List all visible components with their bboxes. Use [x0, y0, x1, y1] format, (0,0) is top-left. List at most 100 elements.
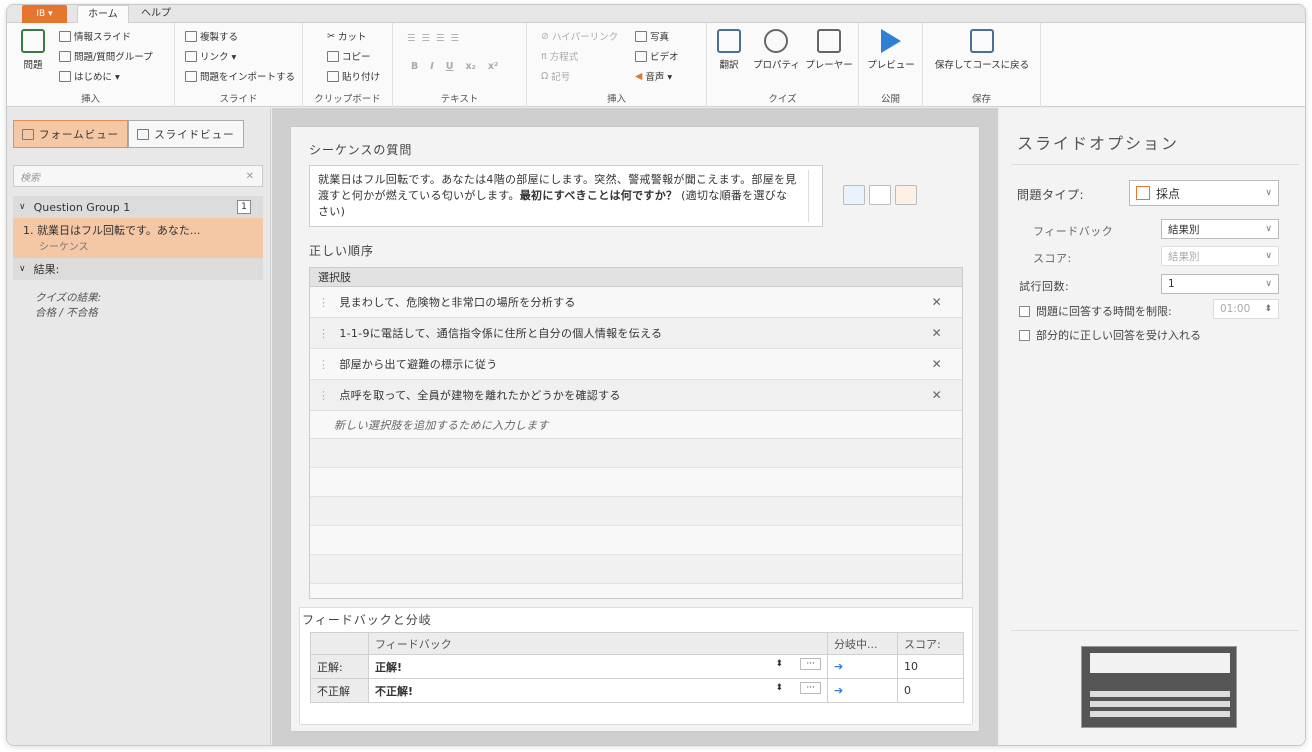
- intro-button[interactable]: はじめに ▾: [59, 69, 120, 83]
- link-button[interactable]: リンク ▾: [185, 49, 236, 63]
- omega-icon: Ω: [541, 70, 549, 82]
- properties-button[interactable]: プロパティ: [753, 29, 800, 71]
- symbol-button[interactable]: Ω 記号: [541, 69, 570, 84]
- tree-results[interactable]: ∨ 結果:: [13, 258, 263, 280]
- view-switcher: フォームビュー スライドビュー: [13, 120, 244, 148]
- question-icon: [21, 29, 45, 53]
- drag-handle-icon[interactable]: ⋮: [318, 358, 329, 371]
- chevron-down-icon: ∨: [1265, 188, 1272, 198]
- drag-handle-icon[interactable]: ⋮: [318, 327, 329, 340]
- question-text-field[interactable]: 就業日はフル回転です。あなたは4階の部屋にします。突然、警戒警報が聞こえます。部…: [309, 165, 823, 227]
- gear-icon: [764, 29, 788, 53]
- format-buttons[interactable]: B I Ux₂ x²: [411, 61, 498, 72]
- slide-tree: ∨ Question Group 11 1. 就業日はフル回転です。あなた... シ…: [13, 196, 263, 330]
- feedback-table: フィードバック 分岐中... スコア: 正解: 正解! ⬍ ··· ➔ 10 不正解 不…: [310, 632, 964, 703]
- left-panel: フォームビュー スライドビュー 検索 ✕ ∨ Question Group 11 1…: [7, 108, 271, 745]
- tab-home[interactable]: ホーム: [77, 5, 129, 23]
- player-button[interactable]: プレーヤー: [805, 29, 853, 71]
- group-label: 保存: [971, 94, 991, 105]
- speaker-icon: ◀: [635, 70, 643, 82]
- branch-arrow-icon[interactable]: ➔: [827, 654, 898, 679]
- drag-handle-icon[interactable]: ⋮: [318, 389, 329, 402]
- choice-row[interactable]: ⋮ 点呼を取って、全員が建物を離れたかどうかを確認する ✕: [310, 380, 962, 411]
- question-heading: シーケンスの質問: [309, 143, 413, 157]
- video-icon[interactable]: [869, 185, 891, 205]
- feedback-text-field[interactable]: 正解! ⬍ ···: [368, 654, 828, 679]
- save-icon: [970, 29, 994, 53]
- copy-button[interactable]: コピー: [327, 49, 371, 63]
- score-field[interactable]: 0: [897, 678, 964, 703]
- tree-item-selected[interactable]: 1. 就業日はフル回転です。あなた... シーケンス: [13, 218, 263, 258]
- audio-button[interactable]: ◀ 音声 ▾: [635, 69, 672, 84]
- drag-handle-icon[interactable]: ⋮: [318, 296, 329, 309]
- info-slide-icon: [59, 30, 71, 42]
- choice-row[interactable]: ⋮ 部屋から出て避難の標示に従う ✕: [310, 349, 962, 380]
- list-icons[interactable]: ☰☰☰☰: [407, 33, 465, 44]
- group-label: テキスト: [440, 94, 479, 105]
- feedback-select[interactable]: 結果別 ∨: [1161, 219, 1279, 239]
- col-score: スコア:: [897, 632, 964, 655]
- partial-credit-checkbox[interactable]: 部分的に正しい回答を受け入れる: [1019, 327, 1201, 343]
- preview-button[interactable]: プレビュー: [867, 29, 915, 71]
- media-buttons: [843, 185, 917, 205]
- copy-icon: [327, 50, 339, 62]
- time-limit-input[interactable]: 01:00 ⬍: [1213, 299, 1279, 319]
- feedback-text-field[interactable]: 不正解! ⬍ ···: [368, 678, 828, 703]
- import-button[interactable]: 問題をインポートする: [185, 69, 295, 83]
- search-input[interactable]: 検索 ✕: [13, 165, 263, 187]
- tree-group[interactable]: ∨ Question Group 11: [13, 196, 263, 218]
- question-card: シーケンスの質問 就業日はフル回転です。あなたは4階の部屋にします。突然、警戒警…: [290, 126, 980, 732]
- app-window: IB ▾ ホーム ヘルプ 問題 情報スライド 問題/質問グループ はじめに ▾ …: [6, 4, 1306, 746]
- editor-area: シーケンスの質問 就業日はフル回転です。あなたは4階の部屋にします。突然、警戒警…: [272, 108, 998, 745]
- form-view-button[interactable]: フォームビュー: [13, 120, 129, 148]
- paste-button[interactable]: 貼り付け: [327, 69, 380, 83]
- video-button[interactable]: ビデオ: [635, 49, 679, 63]
- play-icon: [881, 29, 901, 53]
- cut-button[interactable]: ✂ カット: [327, 29, 366, 44]
- more-button[interactable]: ···: [800, 658, 821, 670]
- image-icon[interactable]: [843, 185, 865, 205]
- slide-view-button[interactable]: スライドビュー: [128, 120, 244, 148]
- save-return-button[interactable]: 保存してコースに戻る: [929, 29, 1035, 71]
- delete-icon[interactable]: ✕: [932, 357, 942, 371]
- tree-item-results[interactable]: クイズの結果: 合格 / 不合格: [13, 280, 263, 330]
- group-icon: [59, 50, 71, 62]
- group-label: 挿入: [80, 94, 100, 105]
- photo-button[interactable]: 写真: [635, 29, 669, 43]
- question-type-select[interactable]: 採点 ∨: [1129, 180, 1279, 206]
- scrollbar[interactable]: [808, 170, 818, 222]
- duplicate-button[interactable]: 複製する: [185, 29, 238, 43]
- duplicate-icon: [185, 30, 197, 42]
- slide-thumbnail[interactable]: [1081, 646, 1237, 728]
- photo-icon: [635, 30, 647, 42]
- clear-icon[interactable]: ✕: [246, 171, 254, 182]
- add-choice-input[interactable]: 新しい選択肢を追加するために入力します: [310, 411, 962, 439]
- group-label: クイズ: [768, 94, 797, 105]
- score-field[interactable]: 10: [897, 654, 964, 679]
- col-feedback: フィードバック: [368, 632, 828, 655]
- app-menu-button[interactable]: IB ▾: [22, 5, 67, 23]
- tab-help[interactable]: ヘルプ: [131, 5, 181, 23]
- stepper-icon[interactable]: ⬍: [775, 683, 783, 693]
- player-icon: [817, 29, 841, 53]
- attempts-select[interactable]: 1 ∨: [1161, 274, 1279, 294]
- delete-icon[interactable]: ✕: [932, 295, 942, 309]
- info-slide-button[interactable]: 情報スライド: [59, 29, 131, 43]
- audio-icon[interactable]: [895, 185, 917, 205]
- question-group-button[interactable]: 問題/質問グループ: [59, 49, 153, 63]
- delete-icon[interactable]: ✕: [932, 326, 942, 340]
- question-button[interactable]: 問題: [15, 29, 51, 71]
- delete-icon[interactable]: ✕: [932, 388, 942, 402]
- choice-row[interactable]: ⋮ 見まわして、危険物と非常口の場所を分析する ✕: [310, 287, 962, 318]
- hyperlink-button[interactable]: ⊘ ハイパーリンク: [541, 29, 618, 44]
- equation-button[interactable]: π 方程式: [541, 49, 578, 64]
- translate-button[interactable]: 翻訳: [713, 29, 745, 71]
- stepper-icon[interactable]: ⬍: [775, 659, 783, 669]
- more-button[interactable]: ···: [800, 682, 821, 694]
- time-limit-checkbox[interactable]: 問題に回答する時間を制限:: [1019, 303, 1172, 319]
- video-icon: [635, 50, 647, 62]
- score-select[interactable]: 結果別 ∨: [1161, 246, 1279, 266]
- branch-arrow-icon[interactable]: ➔: [827, 678, 898, 703]
- choice-row[interactable]: ⋮ 1-1-9に電話して、通信指令係に住所と自分の個人情報を伝える ✕: [310, 318, 962, 349]
- group-count-badge: 1: [237, 200, 251, 214]
